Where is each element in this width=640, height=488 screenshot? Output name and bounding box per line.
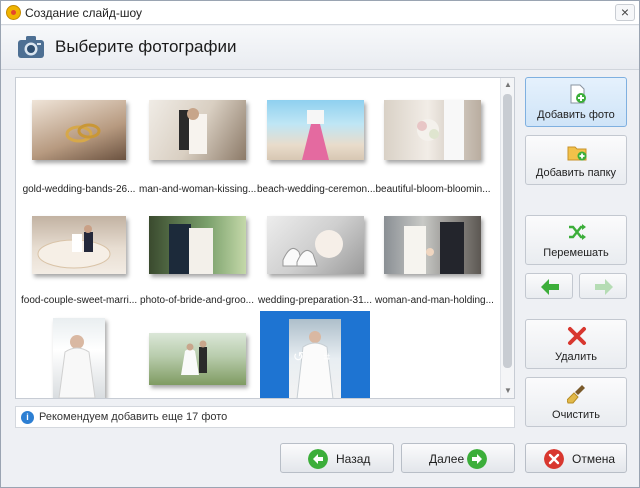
photo-thumbnail[interactable] — [149, 216, 246, 274]
photo-thumbnail[interactable] — [384, 100, 481, 160]
next-label: Далее — [429, 452, 465, 466]
close-button[interactable]: × — [615, 4, 635, 21]
photo-caption: woman-and-man-holding... — [375, 295, 494, 306]
photo-gallery[interactable]: gold-wedding-bands-26... man-and-woman-k… — [15, 77, 515, 399]
photo-caption: man-and-woman-kissing... — [139, 184, 257, 195]
add-folder-icon — [567, 146, 587, 161]
next-button[interactable]: Далее — [401, 443, 515, 473]
clear-label: Очистить — [552, 409, 600, 421]
delete-button[interactable]: Удалить — [525, 319, 627, 369]
page-title: Выберите фотографии — [55, 37, 237, 56]
shuffle-label: Перемешать — [543, 247, 609, 259]
add-photo-label: Добавить фото — [537, 109, 615, 121]
rotate-icon[interactable]: ↺ — [293, 349, 304, 365]
back-arrow-icon — [308, 449, 328, 469]
window-title: Создание слайд-шоу — [25, 6, 142, 20]
broom-icon — [567, 385, 585, 404]
delete-label: Удалить — [555, 351, 597, 363]
arrow-right-icon — [595, 279, 613, 295]
photo-caption: gold-wedding-bands-26... — [22, 184, 136, 195]
wizard-header: Выберите фотографии — [1, 26, 639, 70]
photo-caption: wedding-preparation-31... — [258, 295, 372, 306]
app-icon — [6, 5, 21, 20]
move-left-button[interactable] — [525, 273, 573, 299]
photo-caption: food-couple-sweet-marri... — [21, 295, 138, 306]
photo-thumbnail[interactable] — [384, 216, 481, 274]
add-photo-icon — [570, 84, 586, 104]
cancel-button[interactable]: Отмена — [525, 443, 627, 473]
photo-caption: photo-of-bride-and-groo... — [140, 295, 254, 306]
photo-caption: beach-wedding-ceremon... — [257, 184, 376, 195]
photo-thumbnail[interactable] — [267, 100, 364, 160]
add-folder-label: Добавить папку — [535, 167, 617, 179]
cancel-label: Отмена — [572, 452, 616, 466]
add-folder-button[interactable]: Добавить папку — [525, 135, 627, 185]
selected-photo-tile[interactable]: ↺ ⌗ — [260, 311, 370, 398]
hint-bar: i Рекомендуем добавить еще 17 фото — [15, 406, 515, 428]
camera-icon — [18, 36, 44, 58]
clear-button[interactable]: Очистить — [525, 377, 627, 427]
next-arrow-icon — [467, 449, 487, 469]
delete-icon — [568, 327, 586, 345]
move-right-button[interactable] — [579, 273, 627, 299]
scrollbar-thumb[interactable] — [503, 94, 512, 368]
photo-thumbnail[interactable] — [149, 100, 246, 160]
back-button[interactable]: Назад — [280, 443, 394, 473]
photo-caption: beautiful-bloom-bloomin... — [375, 184, 491, 195]
scroll-up-icon[interactable]: ▲ — [502, 79, 514, 91]
arrow-left-icon — [541, 279, 559, 295]
back-label: Назад — [336, 452, 371, 466]
info-icon: i — [21, 411, 34, 424]
gallery-scrollbar[interactable]: ▲ ▼ — [500, 78, 514, 398]
photo-thumbnail[interactable] — [53, 318, 105, 398]
photo-thumbnail[interactable] — [149, 333, 246, 385]
scroll-down-icon[interactable]: ▼ — [502, 385, 514, 397]
slideshow-wizard-window: Создание слайд-шоу × Выберите фотографии… — [0, 0, 640, 488]
shuffle-icon — [569, 224, 586, 240]
photo-thumbnail[interactable] — [32, 216, 126, 274]
hint-text: Рекомендуем добавить еще 17 фото — [39, 411, 228, 423]
photo-thumbnail[interactable] — [32, 100, 126, 160]
shuffle-button[interactable]: Перемешать — [525, 215, 627, 265]
title-bar: Создание слайд-шоу × — [1, 1, 639, 25]
photo-thumbnail[interactable] — [267, 216, 364, 274]
crop-icon[interactable]: ⌗ — [323, 349, 330, 365]
cancel-icon — [544, 449, 564, 469]
add-photo-button[interactable]: Добавить фото — [525, 77, 627, 127]
